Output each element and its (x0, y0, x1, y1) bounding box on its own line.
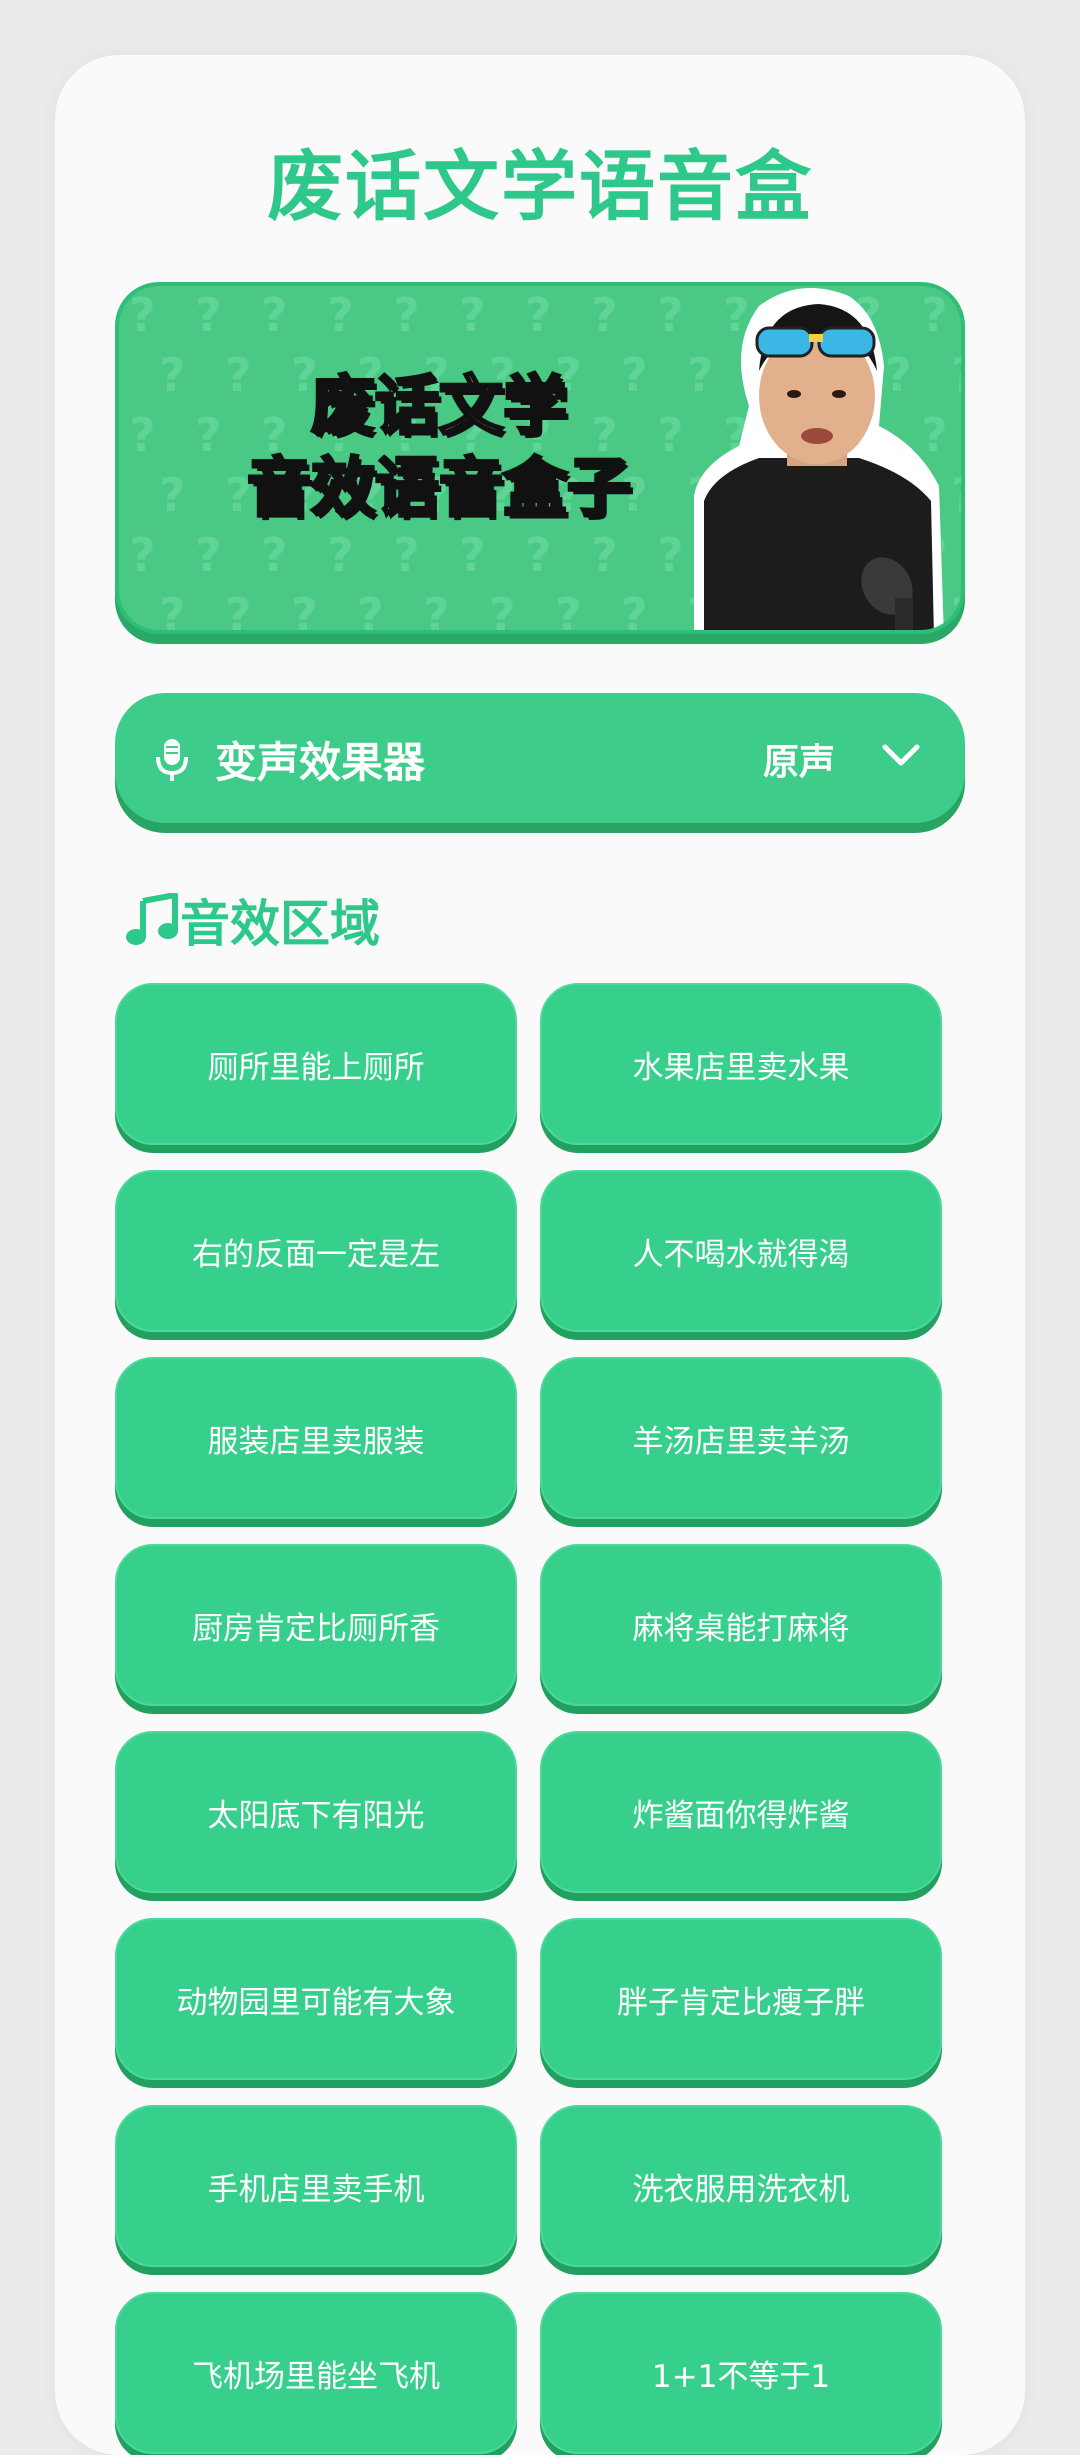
music-note-icon (126, 893, 178, 945)
microphone-icon (156, 739, 188, 781)
svg-text:?: ? (129, 408, 156, 462)
svg-text:?: ? (393, 288, 420, 342)
svg-text:?: ? (327, 288, 354, 342)
voice-changer-value: 原声 (762, 742, 835, 783)
svg-text:?: ? (459, 528, 486, 582)
sound-button[interactable]: 太阳底下有阳光 (115, 1731, 517, 1893)
banner-line-1: 废话文学 (310, 369, 569, 446)
voice-changer-dropdown[interactable]: 变声效果器 原声 (115, 693, 965, 823)
svg-text:?: ? (393, 528, 420, 582)
svg-text:?: ? (591, 528, 618, 582)
sound-button[interactable]: 飞机场里能坐飞机 (115, 2292, 517, 2454)
svg-text:?: ? (129, 528, 156, 582)
banner-line-2: 音效语音盒子 (246, 451, 633, 528)
sound-button[interactable]: 水果店里卖水果 (540, 983, 942, 1145)
page-title: 废话文学语音盒 (267, 142, 813, 231)
svg-text:?: ? (159, 588, 186, 634)
svg-text:?: ? (489, 588, 516, 634)
sound-button[interactable]: 炸酱面你得炸酱 (540, 1731, 942, 1893)
sound-button[interactable]: 1+1不等于1 (540, 2292, 942, 2454)
sound-button[interactable]: 服装店里卖服装 (115, 1357, 517, 1519)
sound-button[interactable]: 动物园里可能有大象 (115, 1918, 517, 2080)
banner: ????????????????????????????????????????… (115, 282, 965, 634)
presenter-portrait (694, 288, 944, 630)
svg-text:?: ? (525, 528, 552, 582)
svg-text:?: ? (261, 288, 288, 342)
banner-text: 废话文学 音效语音盒子 (179, 366, 699, 530)
svg-text:?: ? (261, 528, 288, 582)
sound-button[interactable]: 麻将桌能打麻将 (540, 1544, 942, 1706)
chevron-down-icon (882, 744, 920, 766)
svg-text:?: ? (129, 288, 156, 342)
svg-text:?: ? (357, 588, 384, 634)
sound-button[interactable]: 羊汤店里卖羊汤 (540, 1357, 942, 1519)
svg-text:?: ? (195, 528, 222, 582)
svg-text:?: ? (423, 588, 450, 634)
voice-changer-label: 变声效果器 (215, 738, 426, 787)
svg-text:?: ? (621, 588, 648, 634)
section-title: 音效区域 (180, 895, 380, 953)
sound-button[interactable]: 胖子肯定比瘦子胖 (540, 1918, 942, 2080)
svg-text:?: ? (195, 288, 222, 342)
svg-text:?: ? (591, 288, 618, 342)
svg-text:?: ? (291, 588, 318, 634)
sound-button[interactable]: 洗衣服用洗衣机 (540, 2105, 942, 2267)
svg-text:?: ? (327, 528, 354, 582)
sound-button[interactable]: 手机店里卖手机 (115, 2105, 517, 2267)
sound-button[interactable]: 右的反面一定是左 (115, 1170, 517, 1332)
sound-button[interactable]: 人不喝水就得渴 (540, 1170, 942, 1332)
svg-text:?: ? (555, 588, 582, 634)
svg-text:?: ? (459, 288, 486, 342)
svg-text:?: ? (525, 288, 552, 342)
sound-button[interactable]: 厕所里能上厕所 (115, 983, 517, 1145)
svg-text:?: ? (225, 588, 252, 634)
sound-button[interactable]: 厨房肯定比厕所香 (115, 1544, 517, 1706)
